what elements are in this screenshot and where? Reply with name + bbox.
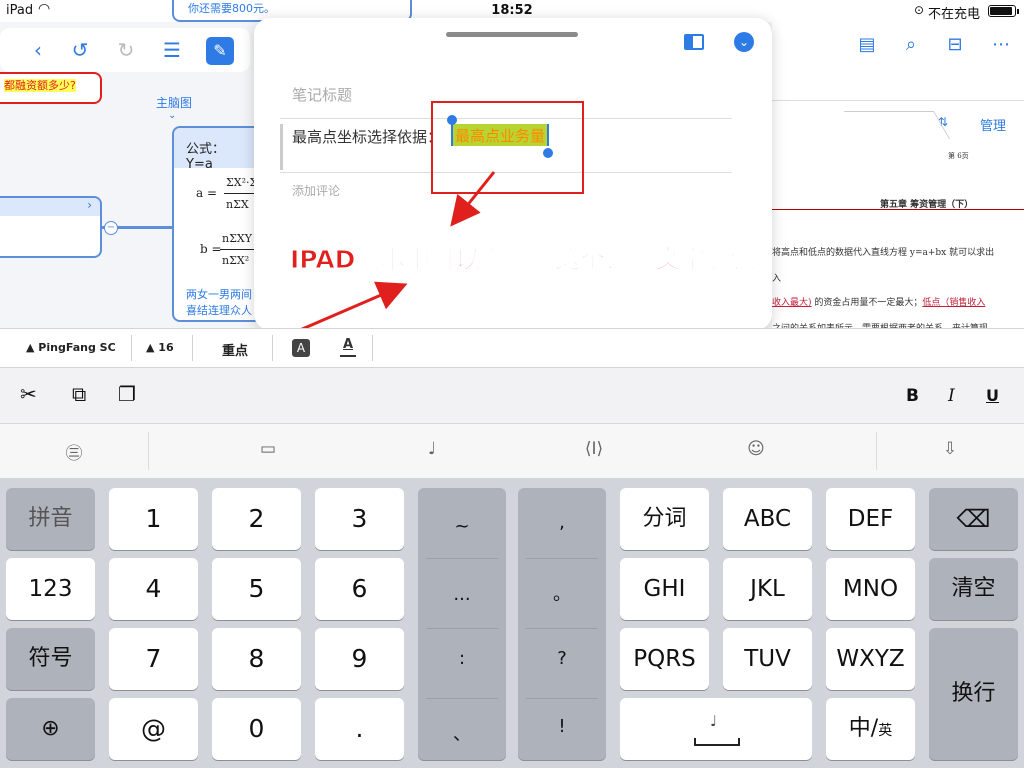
sym-exclaim[interactable]: ! <box>518 716 606 737</box>
enter-key[interactable]: 换行 <box>929 628 1018 760</box>
sym-ellipsis[interactable]: ... <box>418 584 506 605</box>
backspace-icon[interactable]: ⌫ <box>929 488 1018 550</box>
key-abc[interactable]: ABC <box>723 488 812 550</box>
key-5[interactable]: 5 <box>212 558 301 620</box>
font-size: 16 <box>158 341 174 354</box>
sym-comma[interactable]: , <box>518 512 606 533</box>
key-6[interactable]: 6 <box>315 558 404 620</box>
key-dot[interactable]: . <box>315 698 404 760</box>
cut-icon[interactable]: ✂ <box>20 382 37 406</box>
key-ghi[interactable]: GHI <box>620 558 709 620</box>
space-key[interactable]: ♩ <box>620 698 812 760</box>
symbol-column-b[interactable]: , 。 ? ! <box>518 488 606 760</box>
format-toolbar: ▲ PingFang SC ▲ 16 重点 A A <box>0 328 1024 368</box>
key-wxyz[interactable]: WXYZ <box>826 628 915 690</box>
num-key[interactable]: 123 <box>6 558 95 620</box>
key-jkl[interactable]: JKL <box>723 558 812 620</box>
key-0[interactable]: 0 <box>212 698 301 760</box>
arrow-to-highlight <box>450 171 496 227</box>
key-2[interactable]: 2 <box>212 488 301 550</box>
pinyin-key[interactable]: 拼音 <box>6 488 95 550</box>
symbol-key[interactable]: 符号 <box>6 628 95 690</box>
emoji-icon[interactable]: ☺ <box>744 439 768 463</box>
separator <box>372 335 373 361</box>
key-def[interactable]: DEF <box>826 488 915 550</box>
arrow-from-button <box>299 281 408 332</box>
separator <box>876 432 877 470</box>
microphone-icon: ♩ <box>710 712 718 730</box>
key-mno[interactable]: MNO <box>826 558 915 620</box>
key-pqrs[interactable]: PQRS <box>620 628 709 690</box>
key-at[interactable]: @ <box>109 698 198 760</box>
space-bar-icon <box>694 738 740 746</box>
symbol-column-a[interactable]: ~ ... : 、 <box>418 488 506 760</box>
zh-label: 中 <box>848 716 871 741</box>
clear-key[interactable]: 清空 <box>929 558 1018 620</box>
underline-button[interactable]: U <box>986 386 999 405</box>
cursor-move-icon[interactable]: ⟨I⟩ <box>582 439 606 463</box>
bold-button[interactable]: B <box>906 386 919 406</box>
font-name: PingFang SC <box>38 341 116 354</box>
hide-keyboard-icon[interactable]: ⇩ <box>938 439 962 463</box>
separator <box>272 335 273 361</box>
key-3[interactable]: 3 <box>315 488 404 550</box>
globe-icon[interactable]: ⊕ <box>6 698 95 760</box>
font-size-picker[interactable]: ▲ 16 <box>146 341 174 354</box>
separator <box>131 335 132 361</box>
microphone-icon[interactable]: ♩ <box>420 439 444 463</box>
style-picker[interactable]: 重点 <box>222 340 248 359</box>
zh-en-key[interactable]: 中/英 <box>826 698 915 760</box>
key-7[interactable]: 7 <box>109 628 198 690</box>
sym-tilde[interactable]: ~ <box>418 516 506 537</box>
key-8[interactable]: 8 <box>212 628 301 690</box>
text-background-color-button[interactable]: A <box>292 339 310 357</box>
paste-icon[interactable]: ❐ <box>118 382 136 406</box>
ime-logo-icon[interactable]: ㊂ <box>62 439 86 464</box>
annotation-text: IPAD版本中可以直接点这个设置文字底色 <box>289 245 756 275</box>
edit-toolbar <box>0 368 1024 424</box>
copy-icon[interactable]: ⧉ <box>72 382 86 406</box>
fenci-key[interactable]: 分词 <box>620 488 709 550</box>
key-tuv[interactable]: TUV <box>723 628 812 690</box>
ime-bar <box>0 424 1024 478</box>
text-color-button[interactable]: A <box>340 337 356 357</box>
separator <box>148 432 149 470</box>
key-9[interactable]: 9 <box>315 628 404 690</box>
key-1[interactable]: 1 <box>109 488 198 550</box>
italic-button[interactable]: I <box>948 386 955 406</box>
comment-icon[interactable]: ▭ <box>256 439 280 463</box>
key-4[interactable]: 4 <box>109 558 198 620</box>
font-picker[interactable]: ▲ PingFang SC <box>26 341 116 354</box>
sym-colon[interactable]: : <box>418 648 506 669</box>
sym-period[interactable]: 。 <box>518 580 606 606</box>
sym-question[interactable]: ? <box>518 648 606 669</box>
separator <box>192 335 193 361</box>
sym-dunhao[interactable]: 、 <box>418 720 506 746</box>
en-label: 英 <box>878 723 893 739</box>
